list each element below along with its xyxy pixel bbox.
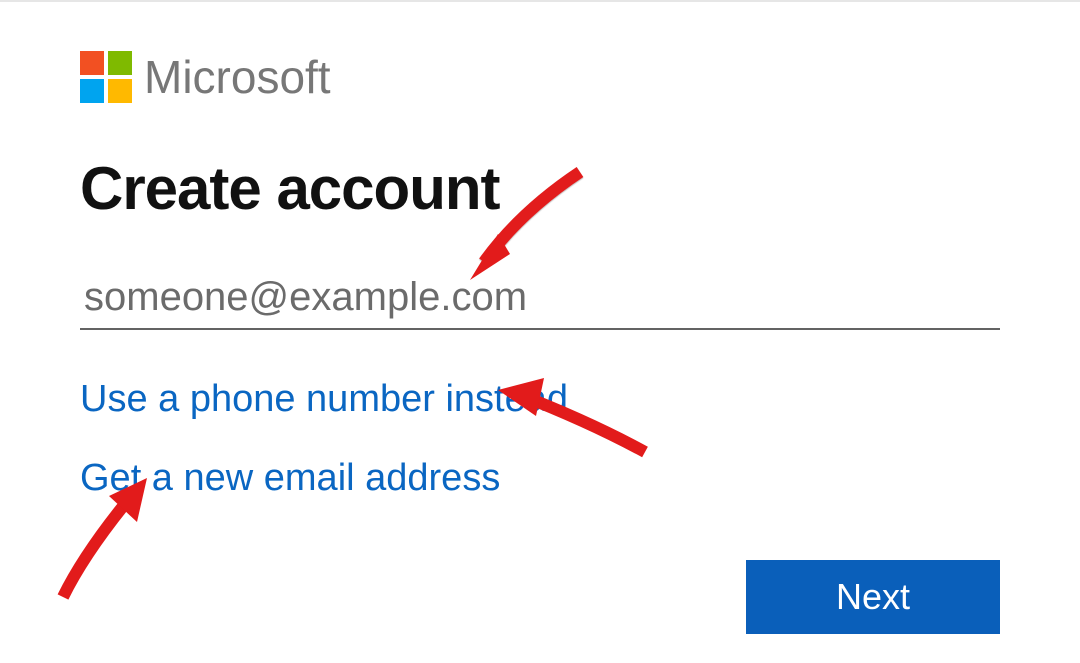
email-input[interactable] (84, 275, 1000, 320)
next-button-label: Next (836, 576, 910, 618)
next-button[interactable]: Next (746, 560, 1000, 634)
microsoft-squares-icon (80, 51, 132, 103)
email-field-row[interactable] (80, 275, 1000, 330)
use-phone-link[interactable]: Use a phone number instead (80, 378, 1000, 421)
microsoft-logo: Microsoft (80, 50, 1000, 104)
brand-text: Microsoft (144, 50, 331, 104)
get-new-email-link[interactable]: Get a new email address (80, 457, 1000, 500)
page-title: Create account (80, 154, 1000, 223)
